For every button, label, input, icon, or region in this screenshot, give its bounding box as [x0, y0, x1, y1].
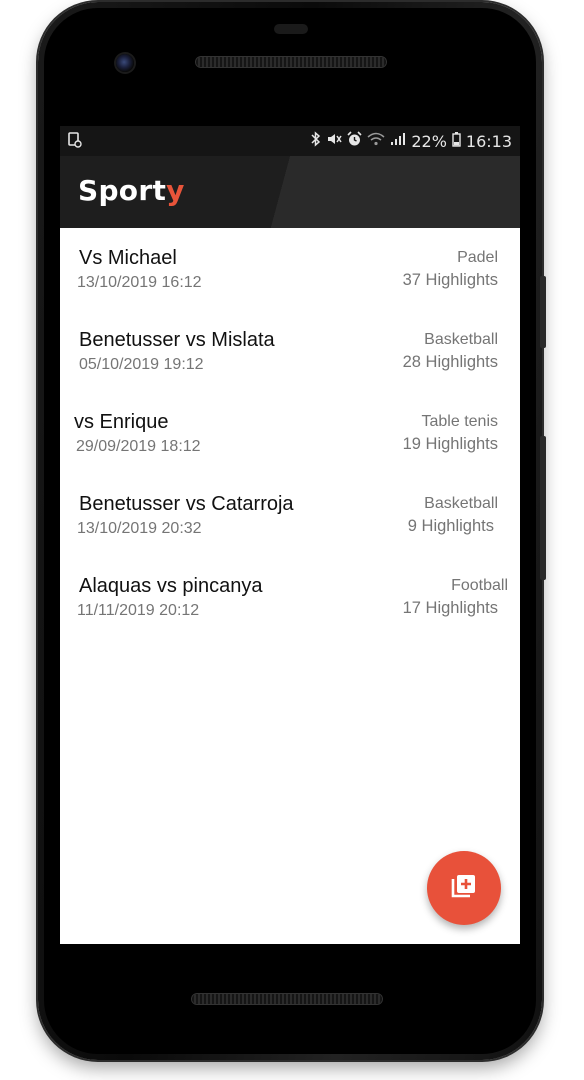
battery-icon — [452, 131, 461, 151]
app-logo: Sporty — [78, 174, 185, 207]
status-time: 16:13 — [465, 131, 512, 151]
match-highlights: 19 Highlights — [402, 435, 498, 453]
signal-icon — [390, 131, 406, 151]
list-item[interactable]: Alaquas vs pincanya 11/11/2019 20:12 Foo… — [60, 556, 520, 638]
match-date: 11/11/2019 20:12 — [77, 602, 200, 619]
match-list: Vs Michael 13/10/2019 16:12 Padel 37 Hig… — [60, 228, 520, 638]
list-item[interactable]: vs Enrique 29/09/2019 18:12 Table tenis … — [60, 392, 520, 474]
mute-icon — [326, 131, 342, 151]
wifi-icon — [367, 131, 385, 151]
match-date: 05/10/2019 19:12 — [79, 356, 204, 373]
add-library-icon — [450, 872, 478, 905]
match-sport: Padel — [457, 249, 498, 266]
match-sport: Football — [451, 577, 508, 594]
app-toolbar: Sporty — [60, 156, 520, 228]
power-button — [540, 276, 546, 348]
app-screen: 22% 16:13 Sporty Vs Michael 13/10/2019 1… — [60, 126, 520, 944]
match-title: Alaquas vs pincanya — [79, 575, 263, 597]
match-sport: Basketball — [424, 331, 498, 348]
volume-button — [540, 436, 546, 580]
match-date: 13/10/2019 16:12 — [77, 274, 202, 291]
bluetooth-icon — [310, 131, 321, 151]
status-icons: 22% 16:13 — [310, 126, 512, 156]
match-date: 29/09/2019 18:12 — [76, 438, 201, 455]
match-highlights: 9 Highlights — [407, 517, 494, 535]
match-title: vs Enrique — [74, 411, 169, 433]
match-title: Vs Michael — [79, 247, 177, 269]
list-item[interactable]: Vs Michael 13/10/2019 16:12 Padel 37 Hig… — [60, 228, 520, 310]
alarm-icon — [347, 131, 362, 151]
earpiece-speaker — [196, 57, 386, 67]
match-highlights: 37 Highlights — [402, 271, 498, 289]
front-camera — [116, 54, 134, 72]
match-title: Benetusser vs Mislata — [79, 329, 275, 351]
add-match-button[interactable] — [427, 851, 501, 925]
match-sport: Basketball — [424, 495, 498, 512]
match-highlights: 17 Highlights — [402, 599, 498, 617]
match-sport: Table tenis — [421, 413, 499, 430]
list-item[interactable]: Benetusser vs Catarroja 13/10/2019 20:32… — [60, 474, 520, 556]
match-title: Benetusser vs Catarroja — [79, 493, 294, 515]
match-date: 13/10/2019 20:32 — [77, 520, 202, 537]
battery-percent: 22% — [411, 131, 447, 151]
bottom-speaker — [192, 994, 382, 1004]
status-bar: 22% 16:13 — [60, 126, 520, 156]
logo-accent: y — [166, 174, 185, 207]
logo-text: Sport — [78, 174, 167, 207]
screenshot-notification-icon — [68, 132, 82, 148]
match-highlights: 28 Highlights — [402, 353, 498, 371]
list-item[interactable]: Benetusser vs Mislata 05/10/2019 19:12 B… — [60, 310, 520, 392]
top-sensor — [274, 24, 308, 34]
